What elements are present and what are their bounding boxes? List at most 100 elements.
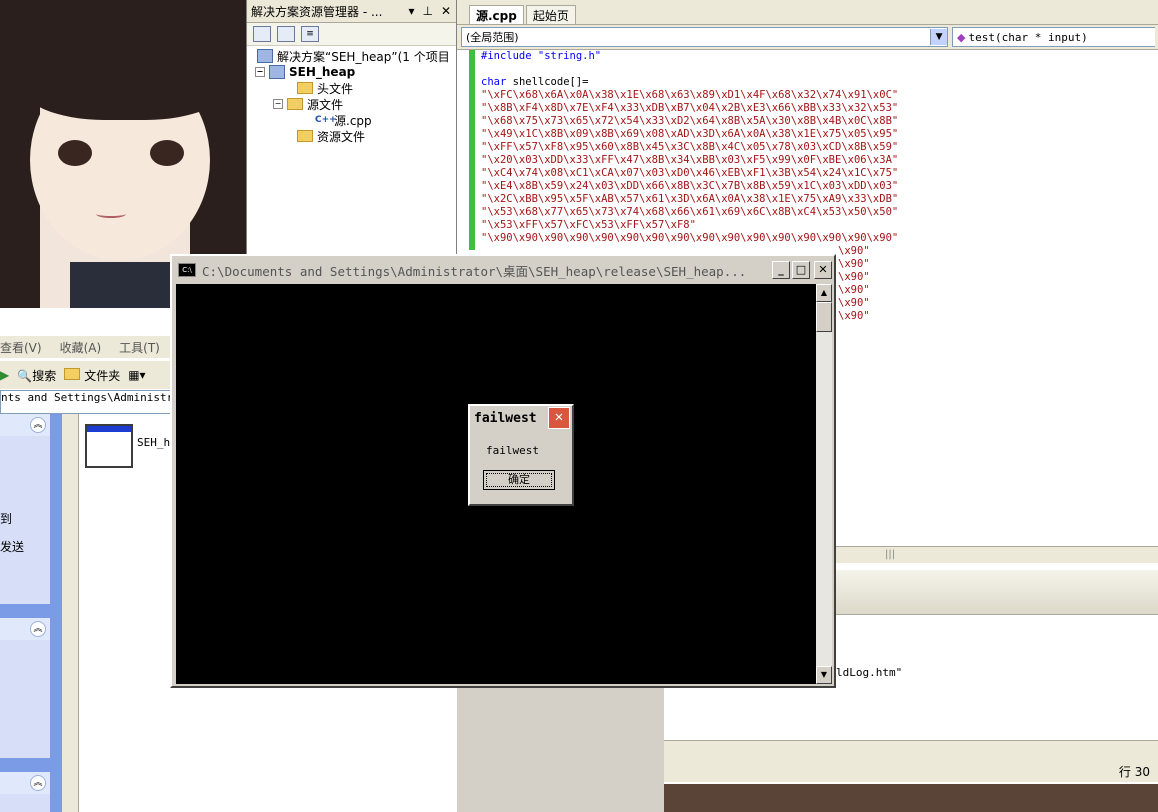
views-icon[interactable]: ▦▾	[128, 368, 145, 382]
code-line: "\xE4\x8B\x59\x24\x03\xDD\x66\x8B\x3C\x7…	[481, 180, 899, 192]
chevron-down-icon[interactable]: ▼	[930, 29, 948, 45]
console-titlebar[interactable]: C:\ C:\Documents and Settings\Administra…	[174, 258, 832, 282]
scroll-down-icon[interactable]: ▼	[816, 666, 832, 684]
cpp-file-icon: C++	[315, 115, 337, 125]
folders-button[interactable]: 文件夹	[64, 367, 120, 384]
tree-item-solution[interactable]: 解决方案“SEH_heap”(1 个项目	[257, 48, 450, 64]
code-line: "\xC4\x74\x08\xC1\xCA\x07\x03\xD0\x46\xE…	[481, 167, 899, 179]
minimize-button[interactable]: _	[772, 261, 790, 279]
function-combo-value: test(char * input)	[968, 30, 1088, 44]
code-line: "\x2C\xBB\x95\x5F\xAB\x57\x61\x3D\x6A\x0…	[481, 193, 899, 205]
close-button[interactable]: ✕	[814, 261, 832, 279]
view-code-icon[interactable]: ≡	[301, 26, 319, 42]
solution-icon	[257, 49, 273, 63]
collapse-chevron-icon[interactable]: ︽	[30, 775, 46, 791]
code-line: "\x53\x68\x77\x65\x73\x74\x68\x66\x61\x6…	[481, 206, 899, 218]
status-line: 行 30	[1118, 764, 1150, 779]
console-title: C:\Documents and Settings\Administrator\…	[202, 263, 747, 279]
tree-item-source-cpp[interactable]: C++ 源.cpp	[315, 112, 372, 128]
tree-item-label: SEH_heap	[289, 65, 356, 79]
show-all-files-icon[interactable]	[277, 26, 295, 42]
code-line: "\x53\xFF\x57\xFC\x53\xFF\x57\xF8"	[481, 219, 696, 231]
folder-open-icon	[287, 98, 303, 110]
code-line: "\x90\x90\x90\x90\x90\x90\x90\x90\x90\x9…	[481, 232, 899, 244]
code-overflow: \x90" \x90" \x90" \x90" \x90" \x90"	[838, 245, 870, 323]
close-icon[interactable]: ✕	[441, 4, 451, 18]
tree-item-label: 源.cpp	[334, 113, 372, 128]
menu-tools[interactable]: 工具(T)	[119, 339, 160, 356]
console-scrollbar[interactable]: ▲ ▼	[816, 284, 832, 684]
method-icon: ◆	[957, 30, 966, 44]
tab-source-cpp[interactable]: 源.cpp	[469, 5, 524, 24]
task-item-send[interactable]: 发送	[0, 538, 24, 555]
code-line-fragment: \x90"	[838, 245, 870, 257]
status-bar: 行 30	[664, 760, 1158, 782]
message-box-title: failwest	[474, 410, 537, 426]
message-text: failwest	[486, 444, 539, 457]
output-divider	[664, 740, 1158, 761]
vertical-scrollbar[interactable]	[62, 414, 78, 812]
scroll-thumb[interactable]	[816, 302, 832, 332]
menu-favorites[interactable]: 收藏(A)	[60, 339, 102, 356]
task-group-2: ︽	[0, 618, 50, 758]
code-line-fragment: \x90"	[838, 310, 870, 322]
folder-icon	[297, 82, 313, 94]
collapse-icon[interactable]: −	[255, 67, 265, 77]
scroll-up-icon[interactable]: ▲	[816, 284, 832, 302]
collapse-chevron-icon[interactable]: ︽	[30, 417, 46, 433]
exe-file-icon[interactable]	[85, 424, 133, 468]
ok-button[interactable]: 确定	[483, 470, 555, 490]
task-item-move[interactable]: 到	[0, 510, 12, 527]
folder-icon	[297, 130, 313, 142]
tab-start-page[interactable]: 起始页	[525, 5, 576, 24]
close-button[interactable]: ✕	[548, 407, 570, 429]
collapse-icon[interactable]: −	[273, 99, 283, 109]
task-group-3: ︽	[0, 772, 50, 812]
code-line: "\x68\x75\x73\x65\x72\x54\x33\xD2\x64\x8…	[481, 115, 899, 127]
search-icon: 🔍	[17, 368, 33, 383]
code-line: char shellcode[]=	[481, 76, 589, 88]
task-group-1: ︽ 到 发送	[0, 414, 50, 604]
dropdown-icon[interactable]: ▾	[408, 4, 414, 18]
code-line: #include "string.h"	[481, 50, 602, 62]
tree-item-label: 资源文件	[317, 129, 366, 144]
maximize-button[interactable]: □	[792, 261, 810, 279]
tree-item-header-files[interactable]: 头文件	[297, 80, 353, 96]
function-combo[interactable]: ◆ test(char * input)	[952, 27, 1155, 47]
tree-item-label: 源文件	[307, 97, 344, 112]
properties-icon[interactable]	[253, 26, 271, 42]
project-icon	[269, 65, 285, 79]
search-button[interactable]: 🔍搜索	[17, 367, 56, 384]
message-box-titlebar[interactable]: failwest ✕	[470, 406, 572, 430]
menu-view[interactable]: 查看(V)	[0, 339, 42, 356]
forward-icon[interactable]: ▶	[0, 368, 9, 382]
folders-button-label: 文件夹	[84, 368, 121, 383]
tree-item-label: 头文件	[317, 81, 354, 96]
scope-combo[interactable]: (全局范围) ▼	[461, 27, 949, 47]
scope-combo-value: (全局范围)	[466, 31, 519, 44]
console-icon: C:\	[178, 263, 196, 277]
code-line: "\x8B\xF4\x8D\x7E\xF4\x33\xDB\xB7\x04\x2…	[481, 102, 899, 114]
output-log-text: ldLog.htm"	[836, 666, 903, 679]
search-button-label: 搜索	[32, 368, 57, 383]
solution-explorer-titlebar: 解决方案资源管理器 - ... ▾ ⊥ ✕	[247, 0, 457, 23]
code-line-fragment: \x90"	[838, 297, 870, 309]
message-box: failwest ✕ failwest 确定	[468, 404, 574, 506]
editor-navigation-bar: (全局范围) ▼ ◆ test(char * input)	[457, 25, 1158, 50]
solution-explorer-title: 解决方案资源管理器 - ...	[251, 4, 383, 19]
pin-icon[interactable]: ⊥	[422, 4, 432, 18]
code-lines: #include "string.h" char shellcode[]= "\x…	[481, 50, 898, 245]
tree-item-project[interactable]: − SEH_heap	[255, 64, 355, 80]
code-line-fragment: \x90"	[838, 284, 870, 296]
collapse-chevron-icon[interactable]: ︽	[30, 621, 46, 637]
tree-item-source-files[interactable]: − 源文件	[273, 96, 343, 112]
code-line: "\x49\x1C\x8B\x09\x8B\x69\x08\xAD\x3D\x6…	[481, 128, 899, 140]
tree-item-resource-files[interactable]: 资源文件	[297, 128, 365, 144]
folder-icon	[64, 367, 81, 380]
desktop-background	[664, 784, 1158, 812]
explorer-task-pane: ︽ 到 发送 ︽ ︽	[0, 414, 62, 812]
code-line-fragment: \x90"	[838, 271, 870, 283]
solution-explorer-toolbar: ≡	[247, 23, 457, 46]
editor-tabs: 源.cpp 起始页	[457, 0, 1158, 25]
